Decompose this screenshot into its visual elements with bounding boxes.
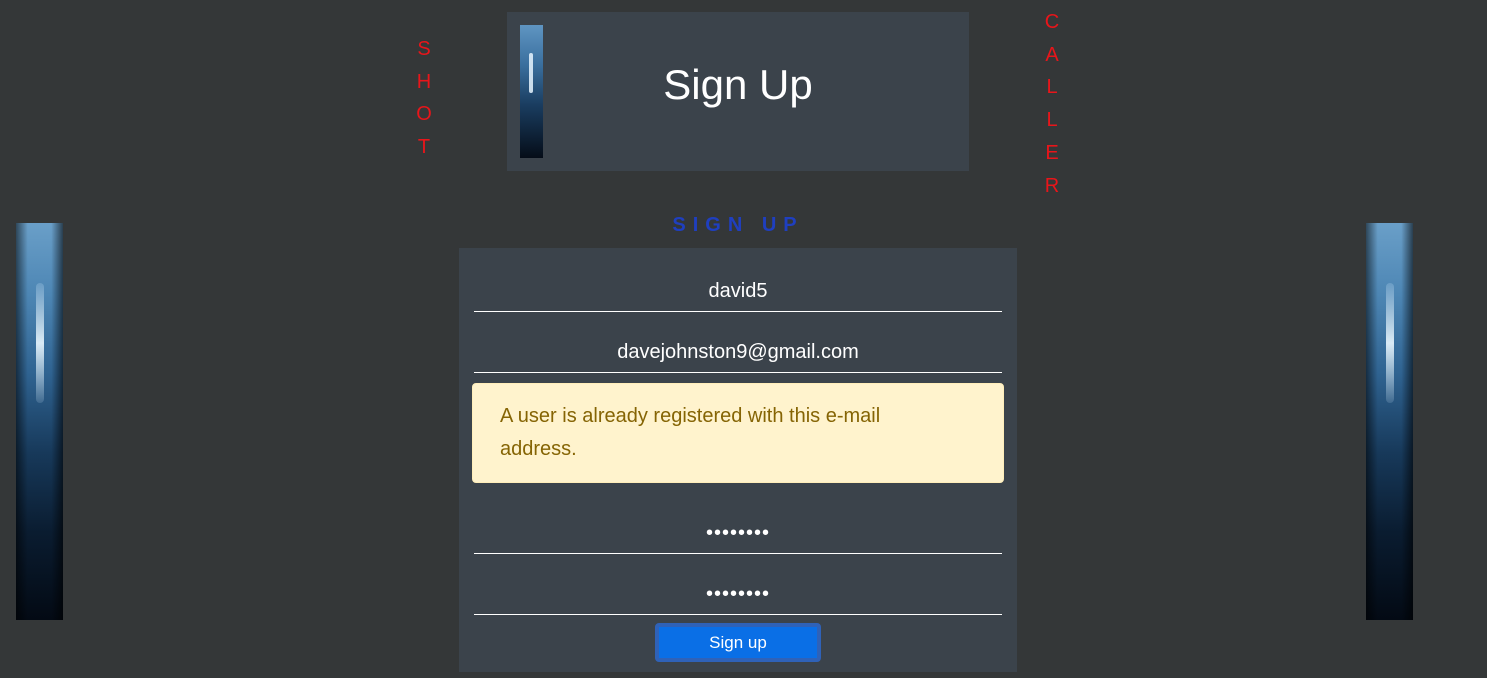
- letter: O: [416, 103, 432, 126]
- password-confirm-field[interactable]: [474, 574, 1002, 615]
- signup-page: S H O T C A L L E R Sign Up SIGN UP A us…: [0, 0, 1487, 678]
- letter: L: [1046, 109, 1058, 132]
- error-alert: A user is already registered with this e…: [472, 383, 1004, 483]
- vertical-word-caller: C A L L E R: [1042, 6, 1062, 202]
- letter: L: [1046, 76, 1058, 99]
- letter: H: [416, 70, 432, 93]
- signup-form: A user is already registered with this e…: [459, 248, 1017, 672]
- light-beam-graphic: [36, 283, 44, 403]
- light-beam-graphic: [1386, 283, 1394, 403]
- letter: R: [1044, 174, 1060, 197]
- password-field[interactable]: [474, 513, 1002, 554]
- letter: E: [1045, 141, 1059, 164]
- letter: C: [1044, 11, 1060, 33]
- letter: T: [417, 136, 431, 159]
- username-field[interactable]: [474, 271, 1002, 312]
- email-field[interactable]: [474, 332, 1002, 373]
- sign-up-button[interactable]: Sign up: [655, 623, 821, 662]
- header-banner: Sign Up: [507, 12, 969, 171]
- left-decorative-image: [16, 223, 63, 620]
- letter: S: [417, 38, 431, 60]
- vertical-word-shot: S H O T: [414, 33, 434, 164]
- page-title: Sign Up: [663, 61, 813, 108]
- right-decorative-image: [1366, 223, 1413, 620]
- form-heading: SIGN UP: [672, 214, 804, 236]
- letter: A: [1045, 43, 1059, 66]
